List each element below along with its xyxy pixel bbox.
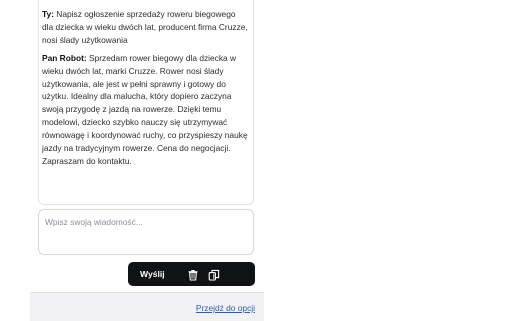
copy-icon[interactable] [208, 268, 220, 281]
options-link[interactable]: Przejdź do opcji [196, 303, 255, 313]
bot-message: Pan Robot: Sprzedam rower biegowy dla dz… [42, 52, 249, 168]
bot-message-text: Sprzedam rower biegowy dla dziecka w wie… [42, 52, 248, 166]
user-message: Ty: Napisz ogłoszenie sprzedaży roweru b… [42, 8, 249, 47]
bot-sender-label: Pan Robot: [42, 52, 87, 63]
message-input[interactable] [39, 210, 253, 254]
user-message-text: Napisz ogłoszenie sprzedaży roweru biego… [42, 9, 248, 45]
trash-icon[interactable] [187, 268, 199, 281]
footer-bar: Przejdź do opcji [30, 292, 264, 321]
chat-history[interactable]: Ty: Napisz ogłoszenie sprzedaży roweru b… [38, 0, 254, 205]
send-button[interactable]: Wyślij [140, 262, 165, 286]
action-bar: Wyślij [128, 262, 255, 286]
user-sender-label: Ty: [42, 9, 54, 19]
message-input-container [38, 209, 254, 255]
